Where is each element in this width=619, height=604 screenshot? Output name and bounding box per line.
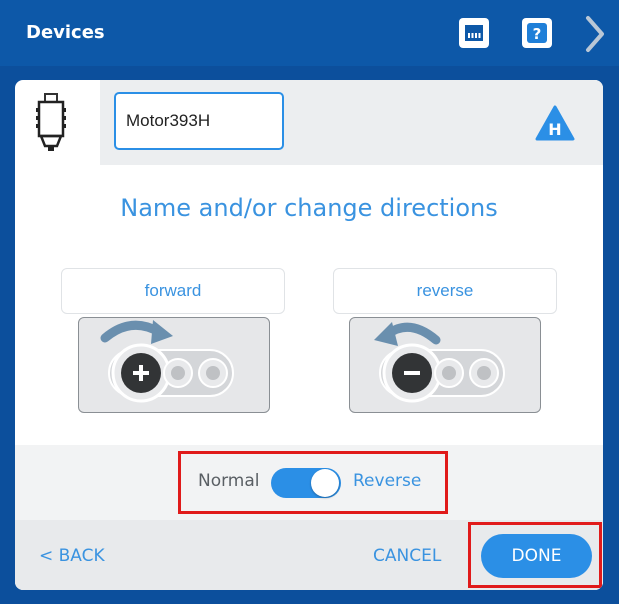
reverse-label-field[interactable]: reverse: [333, 268, 557, 314]
top-bar: Devices ?: [0, 0, 619, 66]
plus-rotate-clockwise-icon: [100, 320, 234, 403]
toggle-highlight-box: [178, 451, 448, 514]
reverse-direction-card[interactable]: [349, 317, 541, 413]
svg-text:?: ?: [533, 25, 542, 43]
section-heading: Name and/or change directions: [120, 194, 498, 222]
back-button[interactable]: < BACK: [39, 546, 105, 566]
h-badge-icon: H: [535, 105, 575, 141]
help-icon[interactable]: ?: [522, 18, 552, 48]
next-chevron-icon[interactable]: [580, 14, 610, 54]
svg-text:H: H: [548, 120, 561, 139]
device-name-input[interactable]: [114, 92, 284, 150]
forward-label-field[interactable]: forward: [61, 268, 285, 314]
forward-direction-card[interactable]: [78, 317, 270, 413]
motor-icon: [36, 93, 66, 151]
done-highlight-box: [468, 522, 602, 588]
port-icon[interactable]: [459, 18, 489, 48]
minus-rotate-counterclockwise-icon: [374, 322, 505, 403]
cancel-button[interactable]: CANCEL: [373, 546, 441, 566]
page-title: Devices: [26, 22, 105, 43]
device-panel: H Name and/or change directions forward …: [15, 80, 603, 590]
